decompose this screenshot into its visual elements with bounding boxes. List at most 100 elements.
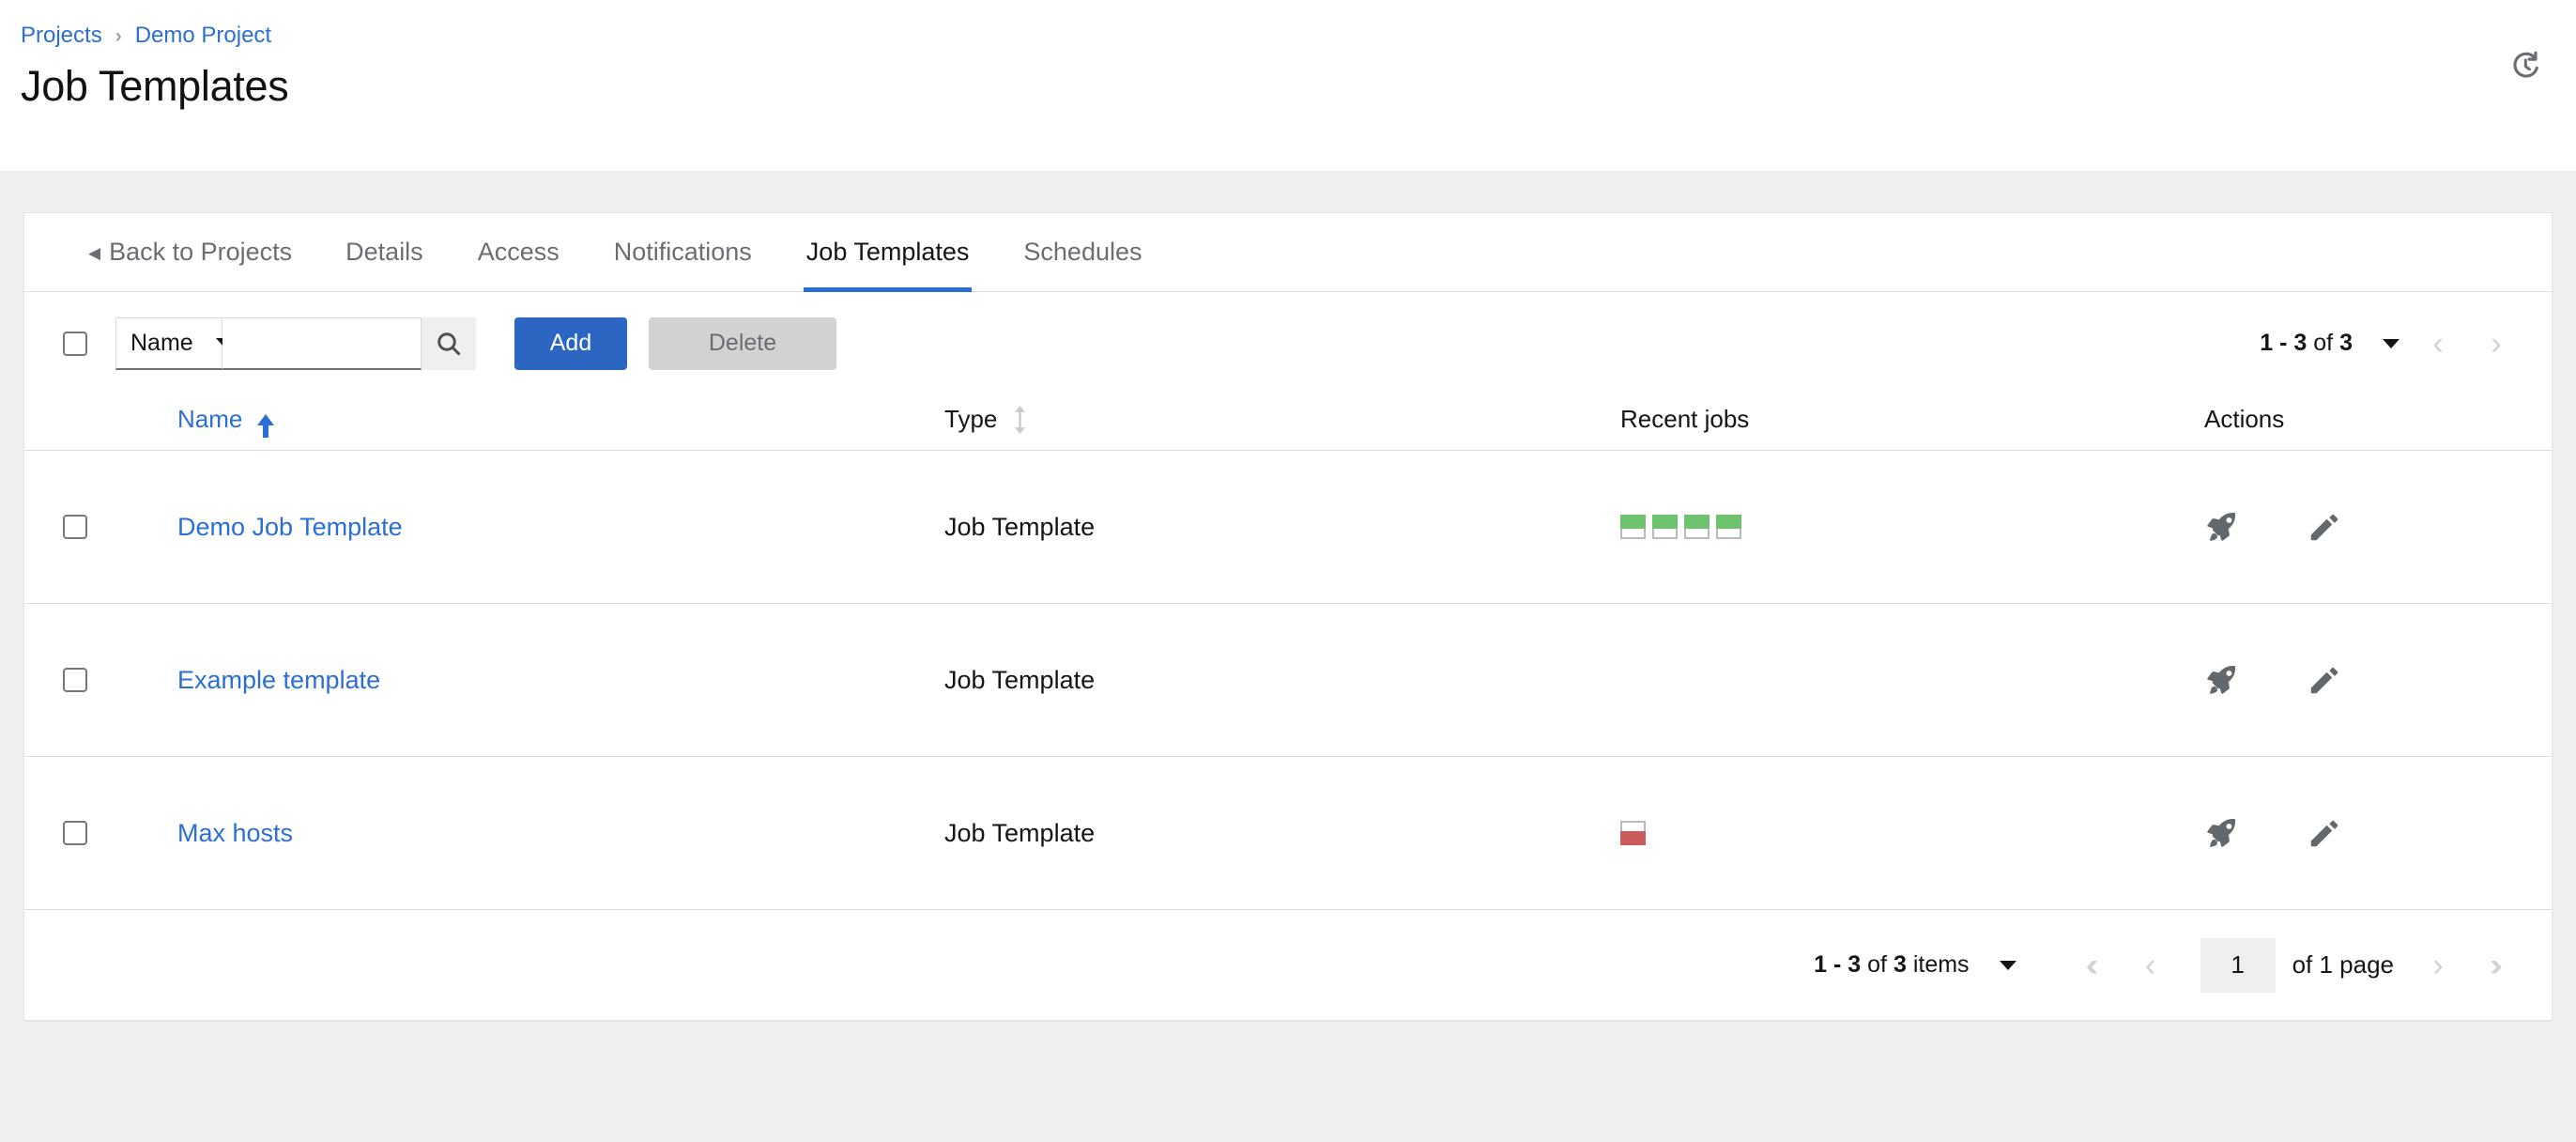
footer-first-page-button[interactable]: ‹‹ — [2063, 938, 2122, 993]
row-name-link[interactable]: Max hosts — [177, 819, 293, 848]
select-all-checkbox[interactable] — [63, 331, 87, 356]
job-status-fill — [1620, 831, 1646, 845]
tab-bar: ◀ Back to Projects Details Access Notifi… — [24, 213, 2552, 292]
search-field-select[interactable]: Name — [115, 316, 233, 370]
recent-jobs-sparkline — [1620, 821, 1646, 845]
column-header-recent-jobs-label: Recent jobs — [1620, 405, 1750, 433]
breadcrumb: Projects › Demo Project — [21, 21, 2576, 51]
page-header: Projects › Demo Project Job Templates — [0, 0, 2576, 171]
edit-button[interactable] — [2302, 504, 2347, 549]
column-header-name-label: Name — [177, 405, 243, 433]
column-header-actions: Actions — [2184, 405, 2552, 434]
edit-button[interactable] — [2302, 657, 2347, 702]
footer-prev-page-button[interactable]: ‹ — [2122, 938, 2180, 993]
chevron-down-icon — [2383, 338, 2400, 348]
recent-jobs-sparkline — [1620, 515, 1741, 539]
add-button[interactable]: Add — [514, 316, 627, 370]
job-status-bar-successful[interactable] — [1716, 515, 1741, 539]
table-header-row: Name Type Recent jobs Actions — [24, 394, 2552, 451]
chevron-left-icon: ‹ — [2144, 947, 2156, 983]
tab-access-label: Access — [477, 238, 560, 266]
launch-button[interactable] — [2199, 504, 2244, 549]
rocket-icon — [2202, 814, 2240, 852]
toolbar-pagination-count: 1 - 3 of 3 — [2260, 330, 2353, 357]
table-toolbar: Name Add Delete 1 - 3 of 3 ‹ › — [24, 292, 2552, 394]
job-status-bar-successful[interactable] — [1620, 515, 1646, 539]
row-name-link[interactable]: Demo Job Template — [177, 513, 403, 542]
chevron-double-left-icon: ‹‹ — [2085, 947, 2098, 983]
toolbar-prev-page-button[interactable]: ‹ — [2409, 316, 2467, 371]
launch-button[interactable] — [2199, 810, 2244, 856]
toolbar-next-page-button[interactable]: › — [2467, 316, 2525, 371]
table-footer: 1 - 3 of 3 items ‹‹ ‹ of 1 page › — [24, 910, 2552, 1020]
tab-schedules[interactable]: Schedules — [996, 213, 1169, 291]
job-status-fill — [1716, 515, 1741, 529]
table-row: Max hosts Job Template — [24, 757, 2552, 910]
history-button[interactable] — [2505, 45, 2546, 86]
column-header-name[interactable]: Name — [24, 405, 944, 438]
footer-next-page-button[interactable]: › — [2409, 938, 2467, 993]
tab-access[interactable]: Access — [451, 213, 587, 291]
tab-notifications-label: Notifications — [613, 238, 752, 266]
footer-pagination-total: 3 — [1893, 951, 1907, 978]
tab-job-templates-label: Job Templates — [805, 238, 970, 266]
row-name-cell: Example template — [177, 666, 944, 695]
footer-pagination-count: 1 - 3 of 3 items — [1814, 951, 1969, 979]
row-checkbox[interactable] — [63, 821, 87, 845]
footer-page-total-label: of 1 page — [2292, 950, 2394, 979]
row-checkbox-cell — [24, 515, 177, 539]
breadcrumb-item-demo-project[interactable]: Demo Project — [135, 21, 271, 51]
delete-button[interactable]: Delete — [649, 316, 836, 370]
row-name-cell: Demo Job Template — [177, 513, 944, 542]
tab-details-label: Details — [345, 238, 423, 266]
tab-notifications[interactable]: Notifications — [587, 213, 779, 291]
table-row: Demo Job Template Job Template — [24, 451, 2552, 604]
chevron-right-icon: › — [2491, 325, 2502, 362]
footer-per-page-dropdown[interactable] — [1990, 955, 2026, 976]
footer-last-page-button[interactable]: ›› — [2467, 938, 2525, 993]
job-status-bar-successful[interactable] — [1684, 515, 1710, 539]
search-input[interactable] — [222, 316, 422, 370]
pencil-icon — [2307, 509, 2342, 545]
chevron-down-icon — [1999, 960, 2016, 970]
tab-job-templates[interactable]: Job Templates — [779, 213, 997, 292]
page-number-input[interactable] — [2200, 937, 2276, 993]
pencil-icon — [2307, 662, 2342, 698]
job-templates-card: ◀ Back to Projects Details Access Notifi… — [23, 212, 2553, 1021]
row-checkbox[interactable] — [63, 515, 87, 539]
row-actions-cell — [2184, 810, 2552, 856]
job-status-fill — [1652, 515, 1678, 529]
launch-button[interactable] — [2199, 657, 2244, 702]
chevron-double-right-icon: ›› — [2490, 947, 2502, 983]
history-icon — [2507, 48, 2543, 84]
row-actions-cell — [2184, 504, 2552, 549]
job-templates-page: Projects › Demo Project Job Templates ◀ … — [0, 0, 2576, 1142]
job-status-bar-successful[interactable] — [1652, 515, 1678, 539]
table-row: Example template Job Template — [24, 604, 2552, 757]
breadcrumb-separator-icon: › — [115, 24, 122, 47]
search-field-select-label: Name — [130, 329, 193, 356]
toolbar-pagination-range: 1 - 3 — [2260, 330, 2308, 356]
rocket-icon — [2202, 508, 2240, 546]
column-header-actions-label: Actions — [2204, 405, 2285, 433]
breadcrumb-item-projects[interactable]: Projects — [21, 21, 102, 51]
row-name-link[interactable]: Example template — [177, 666, 380, 695]
row-recent-jobs-cell — [1620, 515, 2184, 539]
edit-button[interactable] — [2302, 810, 2347, 856]
job-status-bar-failed[interactable] — [1620, 821, 1646, 845]
column-header-type[interactable]: Type — [944, 405, 1620, 434]
toolbar-pagination: 1 - 3 of 3 ‹ › — [2260, 316, 2525, 371]
pencil-icon — [2307, 815, 2342, 851]
row-type-cell: Job Template — [944, 665, 1096, 694]
tab-details[interactable]: Details — [318, 213, 451, 291]
toolbar-per-page-dropdown[interactable] — [2373, 333, 2409, 354]
job-status-fill — [1620, 515, 1646, 529]
rocket-icon — [2202, 661, 2240, 699]
tab-back-to-projects[interactable]: ◀ Back to Projects — [66, 213, 318, 291]
column-header-type-label: Type — [944, 405, 998, 433]
row-checkbox[interactable] — [63, 668, 87, 692]
row-name-cell: Max hosts — [177, 819, 944, 848]
search-button[interactable] — [422, 316, 476, 370]
row-actions-cell — [2184, 657, 2552, 702]
search-group: Name — [115, 316, 476, 370]
